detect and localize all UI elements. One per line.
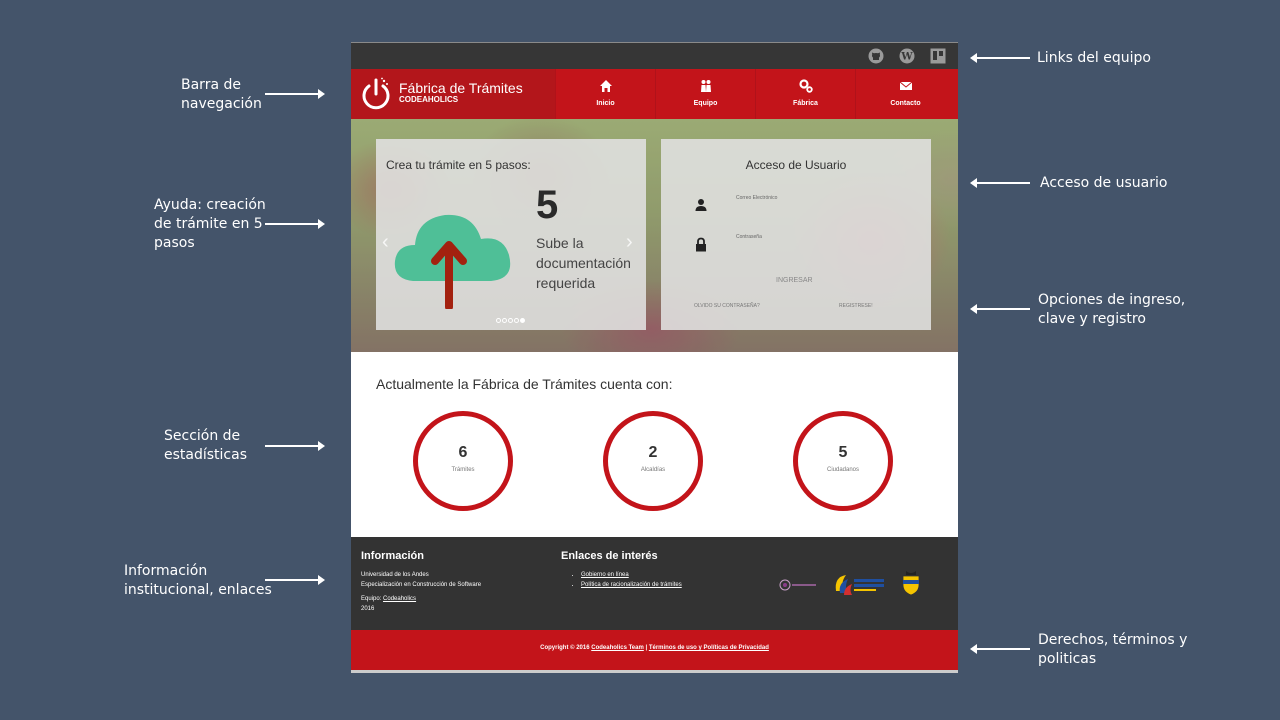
login-title: Acceso de Usuario bbox=[745, 158, 847, 172]
carousel-dot[interactable] bbox=[508, 318, 513, 323]
statistics-section: Actualmente la Fábrica de Trámites cuent… bbox=[351, 352, 958, 537]
github-icon[interactable] bbox=[868, 48, 884, 64]
nav-item-fabrica[interactable]: Fábrica bbox=[755, 69, 855, 119]
help-title: Crea tu trámite en 5 pasos: bbox=[386, 158, 531, 172]
annotation-estadisticas: Sección de estadísticas bbox=[164, 428, 247, 463]
svg-text:W: W bbox=[900, 52, 913, 63]
gears-icon bbox=[799, 79, 813, 93]
annotation-arrow-nav bbox=[265, 89, 325, 99]
brand-subtitle: CODEAHOLICS bbox=[399, 95, 459, 104]
annotation-arrow-estadisticas bbox=[265, 441, 325, 451]
brand-title: Fábrica de Trámites bbox=[399, 80, 523, 96]
website-mockup: W Fábrica de Trámites CODEAHOLICS Inicio… bbox=[351, 42, 958, 673]
copyright-prefix: Copyright © 2016 bbox=[540, 645, 592, 651]
navigation-bar: Fábrica de Trámites CODEAHOLICS Inicio E… bbox=[351, 69, 958, 119]
login-panel: Acceso de Usuario Correo Electrónico Con… bbox=[661, 139, 931, 330]
gobierno-en-linea-link[interactable]: Gobierno en línea bbox=[581, 572, 629, 578]
envelope-icon bbox=[899, 81, 913, 90]
nav-label-inicio: Inicio bbox=[596, 100, 615, 107]
step-number: 5 bbox=[536, 183, 559, 227]
password-field[interactable]: Contraseña bbox=[736, 234, 762, 240]
carousel-indicators bbox=[496, 310, 526, 328]
register-link[interactable]: REGISTRESE! bbox=[839, 303, 873, 309]
footer-link-item: Política de racionalización de trámites bbox=[581, 580, 682, 590]
codeaholics-team-link[interactable]: Codeaholics Team bbox=[591, 645, 644, 651]
trello-icon[interactable] bbox=[930, 48, 946, 64]
annotation-arrow-ayuda bbox=[265, 219, 325, 229]
annotation-arrow-links bbox=[970, 53, 1030, 63]
nav-label-contacto: Contacto bbox=[890, 100, 921, 107]
annotation-links-equipo: Links del equipo bbox=[1037, 50, 1151, 66]
stat-tramites: 6 Trámites bbox=[413, 411, 513, 511]
help-carousel: Crea tu trámite en 5 pasos: 5 Sube la do… bbox=[376, 139, 646, 330]
annotation-barra-navegacion: Barra de navegación bbox=[181, 77, 262, 112]
home-icon bbox=[600, 80, 612, 92]
annotation-opciones: Opciones de ingreso, clave y registro bbox=[1038, 292, 1186, 327]
carousel-prev-icon[interactable]: ‹ bbox=[382, 231, 389, 254]
stat-value: 6 bbox=[458, 444, 468, 461]
power-logo-icon bbox=[362, 77, 390, 110]
terms-privacy-link[interactable]: Términos de uso y Políticas de Privacida… bbox=[649, 645, 769, 651]
team-icon bbox=[701, 80, 711, 92]
carousel-dot[interactable] bbox=[496, 318, 501, 323]
team-links-bar: W bbox=[351, 42, 958, 69]
cloud-upload-icon bbox=[394, 214, 511, 309]
footer-year: 2016 bbox=[361, 606, 375, 612]
annotation-arrow-opciones bbox=[970, 304, 1030, 314]
carousel-dot[interactable] bbox=[514, 318, 519, 323]
carousel-dot[interactable] bbox=[520, 318, 525, 323]
copyright-bar: Copyright © 2016 Codeaholics Team | Térm… bbox=[351, 630, 958, 670]
statistics-title: Actualmente la Fábrica de Trámites cuent… bbox=[376, 376, 673, 392]
institutional-footer: Información Universidad de los Andes Esp… bbox=[351, 537, 958, 630]
bottom-border bbox=[351, 670, 958, 673]
forgot-password-link[interactable]: OLVIDO SU CONTRASEÑA? bbox=[694, 303, 760, 309]
footer-team: Equipo: Codeaholics bbox=[361, 594, 416, 604]
annotation-arrow-acceso bbox=[970, 178, 1030, 188]
wordpress-icon[interactable]: W bbox=[899, 48, 915, 64]
colombia-coat-of-arms-icon bbox=[902, 571, 920, 596]
stat-label: Trámites bbox=[451, 467, 475, 473]
racionalizacion-link[interactable]: Política de racionalización de trámites bbox=[581, 582, 682, 588]
footer-links-title: Enlaces de interés bbox=[561, 550, 658, 562]
stat-value: 2 bbox=[648, 444, 658, 461]
footer-team-link[interactable]: Codeaholics bbox=[383, 596, 416, 602]
nav-item-contacto[interactable]: Contacto bbox=[855, 69, 955, 119]
footer-links-list: Gobierno en línea Política de racionaliz… bbox=[561, 570, 682, 590]
lock-icon bbox=[696, 237, 706, 252]
colombia-logo-icon bbox=[835, 575, 884, 595]
nav-item-inicio[interactable]: Inicio bbox=[555, 69, 655, 119]
annotation-ayuda: Ayuda: creación de trámite en 5 pasos bbox=[154, 197, 266, 251]
nav-label-fabrica: Fábrica bbox=[793, 100, 818, 107]
stat-label: Ciudadanos bbox=[826, 467, 860, 473]
annotation-arrow-info bbox=[265, 575, 325, 585]
copyright-text: Copyright © 2016 Codeaholics Team | Térm… bbox=[351, 645, 958, 651]
footer-link-item: Gobierno en línea bbox=[581, 570, 682, 580]
email-field[interactable]: Correo Electrónico bbox=[736, 195, 777, 201]
footer-team-label: Equipo: bbox=[361, 596, 384, 602]
annotation-acceso-usuario: Acceso de usuario bbox=[1040, 175, 1168, 191]
footer-university: Universidad de los Andes bbox=[361, 572, 429, 578]
stat-value: 5 bbox=[838, 444, 848, 461]
mintic-logo-icon bbox=[779, 579, 816, 591]
hero-banner: Crea tu trámite en 5 pasos: 5 Sube la do… bbox=[351, 119, 958, 352]
footer-info-title: Información bbox=[361, 550, 424, 562]
login-button[interactable]: INGRESAR bbox=[776, 277, 813, 284]
carousel-next-icon[interactable]: › bbox=[626, 231, 633, 254]
carousel-dot[interactable] bbox=[502, 318, 507, 323]
annotation-arrow-derechos bbox=[970, 644, 1030, 654]
nav-item-equipo[interactable]: Equipo bbox=[655, 69, 755, 119]
nav-label-equipo: Equipo bbox=[693, 100, 718, 107]
user-icon bbox=[695, 199, 707, 211]
stat-ciudadanos: 5 Ciudadanos bbox=[793, 411, 893, 511]
annotation-derechos: Derechos, términos y politicas bbox=[1038, 632, 1188, 667]
stat-label: Alcaldías bbox=[640, 467, 666, 473]
footer-program: Especialización en Construcción de Softw… bbox=[361, 582, 482, 588]
stat-alcaldias: 2 Alcaldías bbox=[603, 411, 703, 511]
brand[interactable]: Fábrica de Trámites CODEAHOLICS bbox=[351, 69, 555, 119]
annotation-info: Información institucional, enlaces bbox=[124, 563, 272, 598]
